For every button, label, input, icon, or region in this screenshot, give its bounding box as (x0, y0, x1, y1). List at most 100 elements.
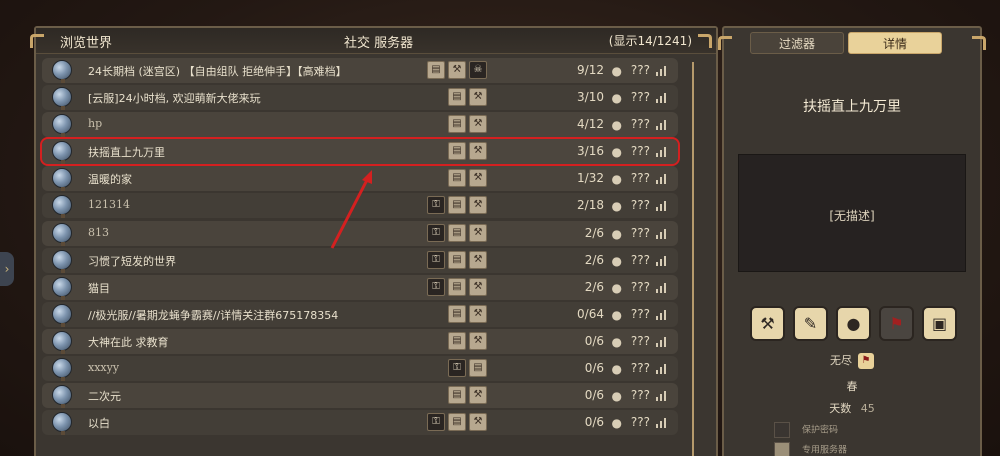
lock-icon: ⚿ (427, 413, 445, 432)
globe-icon (52, 276, 72, 300)
lock-icon: ⚿ (427, 250, 445, 269)
signal-icon (656, 255, 668, 266)
player-count: 2/18 (577, 198, 604, 213)
social-servers-title: 社交 服务器 (344, 36, 414, 51)
tab-details[interactable]: 详情 (848, 32, 942, 54)
server-row[interactable]: 二次元 ▤ ⚒ 0/6 ●??? (42, 383, 678, 409)
scrollbar[interactable] (692, 62, 706, 456)
server-name: 大神在此 求教育 (88, 335, 169, 349)
ping-value: ??? (630, 171, 650, 186)
server-row[interactable]: hp ▤ ⚒ 4/12 ●??? (42, 112, 678, 138)
person-icon: ● (611, 64, 622, 78)
scroll-icon: ▤ (448, 413, 466, 432)
player-count: 2/6 (584, 225, 604, 240)
scroll-icon: ▤ (448, 277, 466, 296)
server-name: 猫目 (88, 281, 110, 295)
days-value: 45 (860, 402, 875, 415)
player-count: 0/6 (584, 361, 604, 376)
server-row[interactable]: 以白 ⚿ ▤ ⚒ 0/6 ●??? (42, 410, 678, 436)
scroll-icon: ▤ (448, 386, 466, 405)
person-icon: ● (611, 389, 622, 404)
server-row[interactable]: 习惯了短发的世界 ⚿ ▤ ⚒ 2/6 ●??? (42, 247, 678, 273)
server-tag-icons: ▤ ⚒ (448, 386, 487, 405)
lock-icon: ⚿ (427, 223, 445, 242)
globe-icon (52, 412, 72, 436)
dedicated-label: 专用服务器 (802, 445, 848, 456)
signal-icon (656, 228, 668, 239)
bone-icon: ⚒ (469, 386, 487, 405)
password-checkbox (774, 422, 790, 438)
red-arrow-annotation (330, 170, 372, 249)
globe-icon (52, 168, 72, 192)
person-icon: ● (611, 118, 622, 133)
server-name: 24长期档 (迷宫区) 【自由组队 拒绝伸手】【高难档】 (88, 65, 347, 78)
server-row[interactable]: 扶摇直上九万里 ▤ ⚒ 3/16 ●??? (40, 137, 680, 167)
bone-icon: ⚒ (469, 331, 487, 350)
details-panel: 过滤器 详情 扶摇直上九万里 [无描述] ⚒ ✎ ● ⚑ ▣ 无尽 ⚑ 春 天数 … (722, 26, 982, 456)
server-tag-icons: ▤ ⚒ (448, 169, 487, 188)
server-row[interactable]: [云服]24小时档, 欢迎萌新大佬来玩 ▤ ⚒ 3/10 ●??? (42, 85, 678, 111)
ping-value: ??? (630, 388, 650, 403)
panel-corner-ornament (718, 36, 732, 50)
scroll-icon: ▤ (469, 359, 487, 378)
ping-value: ??? (630, 415, 650, 430)
server-row[interactable]: //极光服//暑期龙蝇争霸赛//详情关注群675178354 ▤ ⚒ 0/64 ●??? (42, 301, 678, 327)
person-icon: ● (611, 307, 622, 322)
signal-icon (656, 200, 668, 212)
bone-icon: ⚒ (469, 115, 487, 134)
season-label: 春 (846, 380, 858, 393)
scroll-icon: ▤ (448, 223, 466, 242)
description-box: [无描述] (738, 154, 966, 272)
bone-icon: ⚒ (469, 304, 487, 323)
server-tag-icons: ▤ ⚒ (448, 142, 487, 161)
globe-icon (52, 358, 72, 382)
lock-icon: ⚿ (427, 277, 445, 296)
server-tag-icons: ⚿ ▤ (448, 359, 487, 378)
signal-icon (656, 417, 668, 429)
ping-value: ??? (630, 333, 650, 348)
server-name: //极光服//暑期龙蝇争霸赛//详情关注群675178354 (88, 308, 339, 322)
server-tag-icons: ▤ ⚒ (448, 88, 487, 107)
scroll-icon: ▤ (448, 304, 466, 323)
globe-icon (52, 141, 72, 165)
lock-icon: ⚿ (427, 196, 445, 215)
ping-value: ??? (630, 198, 650, 213)
server-row[interactable]: 24长期档 (迷宫区) 【自由组队 拒绝伸手】【高难档】 ▤ ⚒ ☠ 9/12 ●??? (42, 58, 678, 83)
person-icon: ● (611, 253, 622, 268)
bone-icon: ⚒ (469, 223, 487, 242)
password-option: 保护密码 (774, 422, 838, 438)
globe-icon (52, 385, 72, 409)
bone-icon: ⚒ (469, 250, 487, 269)
days-label: 天数 (829, 402, 852, 415)
server-row[interactable]: 大神在此 求教育 ▤ ⚒ 0/6 ●??? (42, 328, 678, 354)
player-count: 0/6 (584, 388, 604, 403)
server-name: 121314 (88, 198, 130, 212)
player-count: 2/6 (584, 252, 604, 267)
scroll-icon: ▤ (448, 169, 466, 188)
server-name: 二次元 (88, 390, 121, 404)
server-tag-icons: ▤ ⚒ ☠ (427, 61, 487, 79)
scroll-icon: ▤ (448, 331, 466, 350)
bone-icon: ⚒ (750, 306, 785, 341)
collapse-arrow-icon[interactable]: › (0, 252, 14, 286)
globe-icon (52, 60, 72, 83)
globe-icon (52, 303, 72, 327)
scroll-icon: ✎ (793, 306, 828, 341)
server-tag-icons: ▤ ⚒ (448, 331, 487, 350)
lock-icon: ⚿ (448, 359, 466, 378)
mode-icon: ⚑ (858, 353, 874, 369)
scroll-icon: ▤ (448, 250, 466, 269)
server-row[interactable]: 猫目 ⚿ ▤ ⚒ 2/6 ●??? (42, 274, 678, 300)
player-count: 0/6 (584, 333, 604, 348)
person-icon: ● (611, 416, 622, 431)
tab-filters[interactable]: 过滤器 (750, 32, 844, 54)
person-icon: ● (611, 145, 622, 160)
person-icon: ● (611, 172, 622, 187)
server-name: hp (88, 117, 103, 131)
selected-server-name: 扶摇直上九万里 (803, 99, 901, 115)
ping-value: ??? (630, 117, 650, 132)
server-row[interactable]: xxxyy ⚿ ▤ 0/6 ●??? (42, 356, 678, 382)
signal-icon (656, 282, 668, 293)
person-icon: ● (611, 199, 622, 214)
server-tag-icons: ▤ ⚒ (448, 115, 487, 134)
